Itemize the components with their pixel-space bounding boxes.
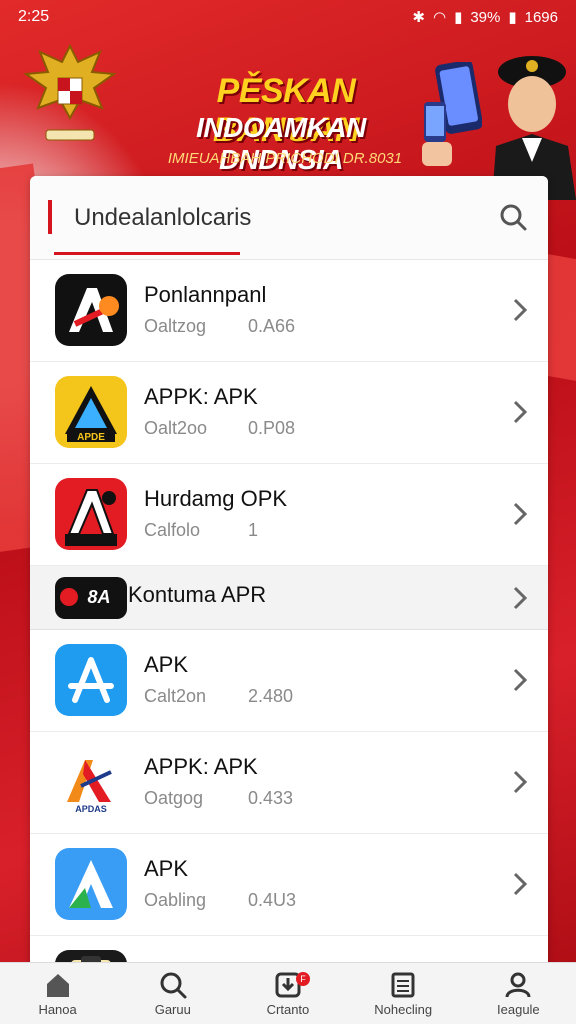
app-list-panel: Undealanlolcaris Ponlannpanl Oaltzog 0.A… <box>30 176 548 966</box>
app-row[interactable]: APK Oabling 0.4U3 <box>30 834 548 936</box>
chevron-right-icon <box>513 668 528 692</box>
nav-news[interactable]: Nohecling <box>353 970 453 1017</box>
app-name: APPK: APK <box>144 384 258 409</box>
nav-label: Garuu <box>154 1002 191 1017</box>
app-category: Oabling <box>144 890 207 910</box>
app-icon-apk-orange: APDAS <box>55 746 127 818</box>
app-list: Ponlannpanl Oaltzog 0.A66 APDE APPK: APK… <box>30 260 548 966</box>
status-bar: 2:25 ✱ ◠ ▮ 39% ▮ 1696 <box>0 0 576 34</box>
app-name: APK <box>144 652 189 677</box>
search-underline <box>54 252 240 255</box>
app-store-icon <box>55 644 127 716</box>
app-name: APPK: APK <box>144 754 258 779</box>
home-icon <box>46 974 69 997</box>
profile-icon <box>505 972 531 998</box>
signal-icon: ▮ <box>454 9 463 26</box>
nav-downloads[interactable]: F Crtanto <box>238 970 338 1017</box>
app-name: APK <box>144 856 189 881</box>
app-row[interactable]: APDAS APPK: APK Oatgog 0.433 <box>30 732 548 834</box>
app-row[interactable]: Hurdamg OPK Calfolo 1 <box>30 464 548 566</box>
banner-tagline: IMIEUAHBAH PRICHODI DR.8031 <box>167 150 403 167</box>
chevron-right-icon <box>513 298 528 322</box>
bottom-navigation: Hanoa Garuu F Crtanto Nohecling Ieagule <box>0 962 576 1024</box>
news-icon <box>391 972 415 998</box>
app-row[interactable]: 8A Kontuma APR <box>30 566 548 630</box>
chevron-right-icon <box>513 770 528 794</box>
app-category: Calfolo <box>144 520 201 540</box>
app-icon-a-blue <box>55 848 127 920</box>
search-accent <box>48 200 52 234</box>
app-category: Calt2on <box>144 686 207 706</box>
app-row[interactable]: Ponlannpanl Oaltzog 0.A66 <box>30 260 548 362</box>
app-name: Kontuma APR <box>128 582 267 607</box>
nav-label: Ieagule <box>497 1002 540 1017</box>
status-icons: ✱ ◠ ▮ 39% ▮ 1696 <box>412 8 558 27</box>
chevron-right-icon <box>513 586 528 610</box>
search-input[interactable]: Undealanlolcaris <box>74 204 251 232</box>
app-size: 0.4U3 <box>248 890 297 910</box>
nav-label: Crtanto <box>266 1002 310 1017</box>
app-icon-a-red <box>55 478 127 550</box>
svg-text:APDE: APDE <box>77 432 105 443</box>
app-category: Oaltzog <box>144 316 207 336</box>
search-icon <box>160 972 187 999</box>
nav-label: Hanoa <box>38 1002 77 1017</box>
app-size: 0.A66 <box>248 316 296 336</box>
battery-percent: 39% <box>470 8 501 26</box>
app-size: 0.433 <box>248 788 294 808</box>
app-row[interactable]: APK Calt2on 2.480 <box>30 630 548 732</box>
app-icon-a-black <box>55 274 127 346</box>
chevron-right-icon <box>513 502 528 526</box>
app-row[interactable]: APDE APPK: APK Oalt2oo 0.P08 <box>30 362 548 464</box>
app-size: 0.P08 <box>248 418 296 438</box>
nav-search[interactable]: Garuu <box>123 970 223 1017</box>
app-size: 2.480 <box>248 686 294 706</box>
nav-home[interactable]: Hanoa <box>8 970 108 1017</box>
svg-text:8A: 8A <box>87 587 110 607</box>
app-name: Hurdamg OPK <box>144 486 288 511</box>
nav-label: Nohecling <box>374 1002 433 1017</box>
search-bar[interactable]: Undealanlolcaris <box>30 176 548 260</box>
phone-illustration-icon <box>422 62 482 166</box>
svg-text:APDAS: APDAS <box>75 804 107 814</box>
notification-badge: F <box>295 972 310 986</box>
app-category: Oalt2oo <box>144 418 208 438</box>
app-size: 1 <box>248 520 259 540</box>
status-time: 2:25 <box>18 8 50 25</box>
chevron-right-icon <box>513 400 528 424</box>
search-icon[interactable] <box>498 202 528 232</box>
wifi-icon: ◠ <box>432 9 447 26</box>
battery-icon: ▮ <box>508 9 517 26</box>
app-name: Ponlannpanl <box>144 282 267 307</box>
garuda-emblem-icon <box>23 43 117 141</box>
status-clock: 1696 <box>524 8 558 26</box>
app-icon-logo-black: 8A <box>55 577 127 619</box>
chevron-right-icon <box>513 872 528 896</box>
app-category: Oatgog <box>144 788 204 808</box>
promo-banner[interactable]: PĚSKAN BANGAN INDOAMKAN DNDNSIA IMIEUAHB… <box>0 20 576 200</box>
app-icon-apk-yellow: APDE <box>55 376 127 448</box>
bluetooth-icon: ✱ <box>412 9 425 26</box>
nav-profile[interactable]: Ieagule <box>468 970 568 1017</box>
